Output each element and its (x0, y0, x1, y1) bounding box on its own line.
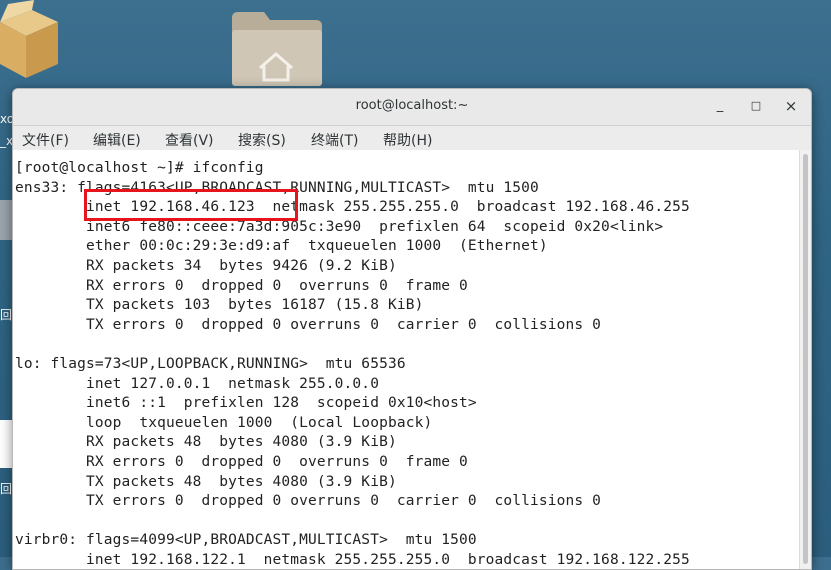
terminal-line: TX packets 48 bytes 4080 (3.9 KiB) (15, 473, 397, 490)
menu-file[interactable]: 文件(F) (22, 130, 69, 150)
terminal-scrollbar[interactable] (799, 150, 811, 569)
terminal-line: inet 192.168.122.1 netmask 255.255.255.0… (15, 552, 690, 568)
close-button[interactable]: × (780, 95, 802, 117)
terminal-line: ether 00:0c:29:3e:d9:af txqueuelen 1000 … (15, 238, 548, 255)
menu-edit[interactable]: 编辑(E) (93, 130, 141, 150)
window-title: root@localhost:~ (355, 98, 469, 113)
terminal-line: inet 192.168.46.123 netmask 255.255.255.… (15, 199, 690, 216)
menu-bar: 文件(F) 编辑(E) 查看(V) 搜索(S) 终端(T) 帮助(H) (13, 126, 811, 150)
terminal-line: TX errors 0 dropped 0 overruns 0 carrier… (15, 316, 602, 333)
scrollbar-thumb[interactable] (803, 154, 808, 564)
terminal-line: inet6 ::1 prefixlen 128 scopeid 0x10<hos… (15, 395, 477, 412)
home-folder-icon[interactable] (228, 10, 324, 88)
terminal-output[interactable]: [root@localhost ~]# ifconfig ens33: flag… (13, 150, 799, 569)
menu-terminal[interactable]: 终端(T) (311, 130, 358, 150)
terminal-line: TX packets 103 bytes 16187 (15.8 KiB) (15, 297, 424, 314)
terminal-line: inet 127.0.0.1 netmask 255.0.0.0 (15, 375, 380, 392)
menu-search[interactable]: 搜索(S) (238, 130, 286, 150)
terminal-line: RX packets 34 bytes 9426 (9.2 KiB) (15, 258, 397, 274)
window-titlebar[interactable]: root@localhost:~ _ □ × (13, 89, 811, 126)
terminal-line: lo: flags=73<UP,LOOPBACK,RUNNING> mtu 65… (15, 356, 406, 372)
minimize-button[interactable]: _ (709, 95, 731, 117)
terminal-window[interactable]: root@localhost:~ _ □ × 文件(F) 编辑(E) 查看(V)… (12, 88, 812, 570)
terminal-line: RX errors 0 dropped 0 overruns 0 frame 0 (15, 454, 468, 470)
terminal-line: inet6 fe80::ceee:7a3d:905c:3e90 prefixle… (15, 218, 664, 235)
terminal-line: ens33: flags=4163<UP,BROADCAST,RUNNING,M… (15, 179, 539, 196)
terminal-line: virbr0: flags=4099<UP,BROADCAST,MULTICAS… (15, 532, 477, 549)
maximize-button[interactable]: □ (745, 95, 767, 117)
terminal-line: loop txqueuelen 1000 (Local Loopback) (15, 414, 433, 431)
terminal-line: RX errors 0 dropped 0 overruns 0 frame 0 (15, 277, 468, 294)
terminal-line: TX errors 0 dropped 0 overruns 0 carrier… (15, 493, 602, 510)
package-box-icon[interactable] (0, 0, 64, 80)
menu-help[interactable]: 帮助(H) (383, 130, 432, 150)
terminal-line: RX packets 48 bytes 4080 (3.9 KiB) (15, 434, 397, 451)
menu-view[interactable]: 查看(V) (165, 130, 214, 150)
terminal-line: [root@localhost ~]# ifconfig (15, 160, 264, 176)
